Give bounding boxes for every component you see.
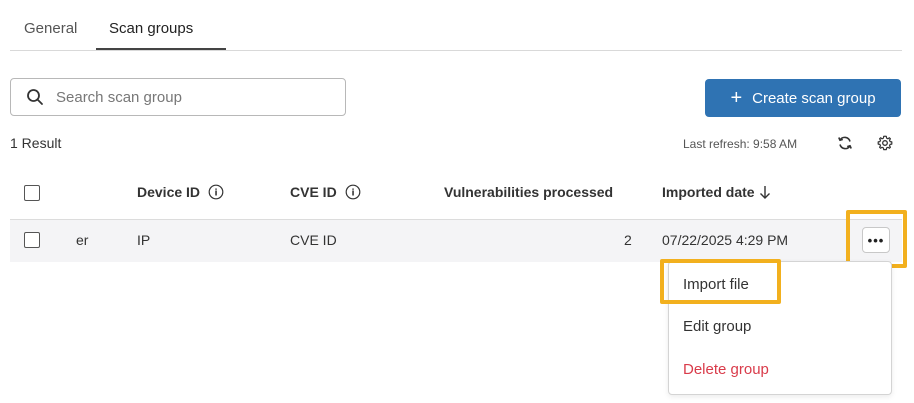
refresh-icon[interactable] (837, 135, 853, 151)
cell-imported-date: 07/22/2025 4:29 PM (662, 232, 789, 248)
column-device-id[interactable]: Device ID i (137, 184, 224, 200)
gear-icon[interactable] (877, 135, 893, 151)
highlight-row-actions (846, 210, 907, 268)
cell-cve-id: CVE ID (290, 232, 337, 248)
select-all-checkbox[interactable] (24, 185, 40, 201)
column-imported-date[interactable]: Imported date (662, 184, 771, 200)
column-vulnerabilities-processed[interactable]: Vulnerabilities processed (444, 184, 613, 200)
tab-scan-groups[interactable]: Scan groups (109, 20, 193, 37)
column-device-id-label: Device ID (137, 184, 201, 200)
column-cve-id[interactable]: CVE ID i (290, 184, 361, 200)
search-icon (27, 89, 43, 105)
cell-device-id: IP (137, 232, 151, 248)
info-icon[interactable]: i (208, 184, 224, 200)
column-cve-id-label: CVE ID (290, 184, 337, 200)
svg-text:i: i (215, 188, 218, 198)
tab-general[interactable]: General (24, 20, 77, 37)
menu-item-edit-group[interactable]: Edit group (683, 318, 751, 335)
tab-bar: General Scan groups (10, 0, 902, 51)
create-scan-group-button[interactable]: + Create scan group (705, 79, 901, 117)
row-checkbox[interactable] (24, 232, 40, 248)
last-refresh-text: Last refresh: 9:58 AM (683, 137, 798, 151)
cell-vulnerabilities-processed: 2 (624, 232, 632, 248)
create-scan-group-label: Create scan group (752, 89, 876, 107)
menu-item-delete-group[interactable]: Delete group (683, 361, 769, 378)
info-icon[interactable]: i (345, 184, 361, 200)
svg-text:i: i (351, 188, 354, 198)
active-tab-indicator (96, 48, 226, 50)
column-imported-date-label: Imported date (662, 184, 755, 200)
plus-icon: + (730, 87, 743, 109)
column-vulnerabilities-processed-label: Vulnerabilities processed (444, 184, 614, 200)
highlight-import-file (660, 259, 781, 304)
search-box[interactable] (10, 78, 346, 116)
sort-descending-icon[interactable] (759, 184, 771, 200)
cell-name-fragment: er (76, 232, 89, 248)
search-input[interactable] (54, 87, 328, 107)
result-count: 1 Result (10, 135, 62, 151)
